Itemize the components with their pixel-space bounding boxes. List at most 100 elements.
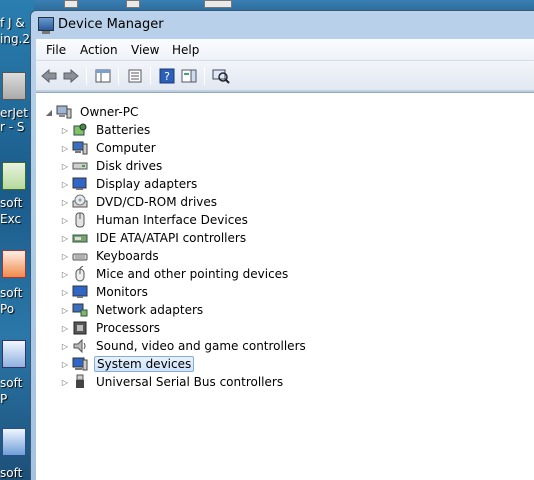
tree-item-label: Batteries (96, 123, 151, 137)
expand-arrow-icon[interactable]: ▷ (60, 125, 70, 135)
desktop-icon-label: ing.2 (0, 32, 31, 46)
tree-item-label: Mice and other pointing devices (96, 267, 289, 281)
tree-item-label: Human Interface Devices (96, 213, 248, 227)
properties-button[interactable] (125, 67, 145, 85)
desktop-icon[interactable]: f J & ing.2 (0, 10, 34, 50)
tree-item-monitors[interactable]: ▷ Monitors (60, 283, 150, 301)
desktop-shortcut-icon[interactable] (126, 0, 140, 8)
tree-item-system-devices[interactable]: ▷ System devices (60, 355, 195, 373)
expand-arrow-icon[interactable]: ▷ (60, 143, 70, 153)
taskbar-strip (34, 0, 534, 10)
expand-arrow-icon[interactable]: ▷ (60, 287, 70, 297)
tree-item-computer[interactable]: ▷ Computer (60, 139, 158, 157)
desktop-shortcut-icon[interactable] (204, 0, 232, 8)
title-bar[interactable]: Device Manager (31, 11, 534, 39)
collapse-arrow-icon[interactable]: ◢ (44, 107, 54, 117)
tree-item-label: IDE ATA/ATAPI controllers (96, 231, 247, 245)
desktop-icon-label: soft (0, 196, 23, 210)
desktop-icon[interactable]: soft Exc (0, 162, 34, 232)
network-adapter-icon (72, 302, 88, 318)
tree-item-label: Universal Serial Bus controllers (96, 375, 284, 389)
tree-item-processors[interactable]: ▷ Processors (60, 319, 162, 337)
tree-item-dvd-cd-rom-drives[interactable]: ▷ DVD/CD-ROM drives (60, 193, 219, 211)
expand-arrow-icon[interactable]: ▷ (60, 161, 70, 171)
expand-arrow-icon[interactable]: ▷ (60, 341, 70, 351)
excel-icon (2, 162, 26, 190)
tree-item-label: Display adapters (96, 177, 198, 191)
desktop-shortcut-icon[interactable] (64, 0, 78, 8)
tree-item-label: Disk drives (96, 159, 163, 173)
tree-item-label: System devices (94, 356, 195, 372)
desktop-icon[interactable]: soft P (0, 340, 34, 410)
device-tree-pane[interactable]: ◢ Owner-PC ▷ Batteries ▷ Computer ▷ Disk driv… (36, 92, 534, 480)
display-adapter-icon (72, 176, 88, 192)
help-button[interactable]: ? (157, 67, 177, 85)
expand-arrow-icon[interactable]: ▷ (60, 215, 70, 225)
tree-item-keyboards[interactable]: ▷ Keyboards (60, 247, 161, 265)
desktop-icon-label: erJet (0, 106, 28, 120)
tree-item-human-interface-devices[interactable]: ▷ Human Interface Devices (60, 211, 250, 229)
expand-arrow-icon[interactable]: ▷ (60, 323, 70, 333)
expand-arrow-icon[interactable]: ▷ (60, 179, 70, 189)
expand-arrow-icon[interactable]: ▷ (60, 359, 70, 369)
expand-arrow-icon[interactable]: ▷ (60, 269, 70, 279)
tree-root[interactable]: ◢ Owner-PC (44, 103, 140, 121)
tree-item-label: Sound, video and game controllers (96, 339, 306, 353)
expand-arrow-icon[interactable]: ▷ (60, 233, 70, 243)
menu-file[interactable]: File (46, 43, 66, 57)
back-button[interactable] (39, 67, 59, 85)
tree-root-label: Owner-PC (80, 105, 139, 119)
svg-text:?: ? (164, 70, 170, 83)
printer-icon (2, 72, 26, 100)
battery-icon (72, 122, 88, 138)
ide-controller-icon (72, 230, 88, 246)
scan-hardware-button[interactable] (211, 67, 231, 85)
tree-item-label: Computer (96, 141, 156, 155)
keyboard-icon (72, 248, 88, 264)
show-hide-console-tree-icon (95, 69, 111, 83)
action-pane-button[interactable] (179, 67, 199, 85)
menu-help[interactable]: Help (172, 43, 199, 57)
desktop-icon-label: Po (0, 302, 15, 316)
expand-arrow-icon[interactable]: ▷ (60, 251, 70, 261)
desktop-icon-label: P (0, 392, 8, 406)
expand-arrow-icon[interactable]: ▷ (60, 197, 70, 207)
expand-arrow-icon[interactable]: ▷ (60, 377, 70, 387)
tree-item-display-adapters[interactable]: ▷ Display adapters (60, 175, 199, 193)
desktop-icon[interactable]: soft (0, 428, 34, 480)
tree-item-batteries[interactable]: ▷ Batteries (60, 121, 152, 139)
tree-item-label: Monitors (96, 285, 148, 299)
desktop-icon-label: soft (0, 466, 23, 480)
monitor-icon (72, 284, 88, 300)
speaker-icon (72, 338, 88, 354)
word-icon (2, 428, 26, 456)
expand-arrow-icon[interactable]: ▷ (60, 305, 70, 315)
processor-icon (72, 320, 88, 336)
tree-item-mice-and-other-pointing-devices[interactable]: ▷ Mice and other pointing devices (60, 265, 290, 283)
dvd-drive-icon (72, 194, 88, 210)
desktop-icon-label: f J & (0, 16, 25, 30)
desktop-icon[interactable]: erJet r - S (0, 72, 34, 134)
tree-item-ide-ata-atapi-controllers[interactable]: ▷ IDE ATA/ATAPI controllers (60, 229, 248, 247)
menu-action[interactable]: Action (80, 43, 118, 57)
menu-view[interactable]: View (131, 43, 159, 57)
desktop-icon-label: soft (0, 286, 23, 300)
back-icon (41, 69, 57, 83)
computer-icon (72, 140, 88, 156)
tree-item-label: Network adapters (96, 303, 204, 317)
forward-button[interactable] (61, 67, 81, 85)
tree-item-network-adapters[interactable]: ▷ Network adapters (60, 301, 205, 319)
tree-item-label: Keyboards (96, 249, 159, 263)
show-hide-console-tree-button[interactable] (93, 67, 113, 85)
desktop-icon-label: Exc (0, 212, 22, 226)
menu-bar: File Action View Help (36, 39, 534, 61)
desktop-icon-label: r - S (0, 120, 25, 134)
usb-icon (72, 374, 88, 390)
desktop-icon[interactable]: soft Po (0, 250, 34, 320)
tree-item-disk-drives[interactable]: ▷ Disk drives (60, 157, 164, 175)
tree-item-universal-serial-bus-controllers[interactable]: ▷ Universal Serial Bus controllers (60, 373, 285, 391)
device-manager-icon (38, 17, 54, 34)
action-pane-icon (181, 69, 197, 83)
tree-item-sound-video-and-game-controllers[interactable]: ▷ Sound, video and game controllers (60, 337, 308, 355)
publisher-icon (2, 340, 26, 368)
